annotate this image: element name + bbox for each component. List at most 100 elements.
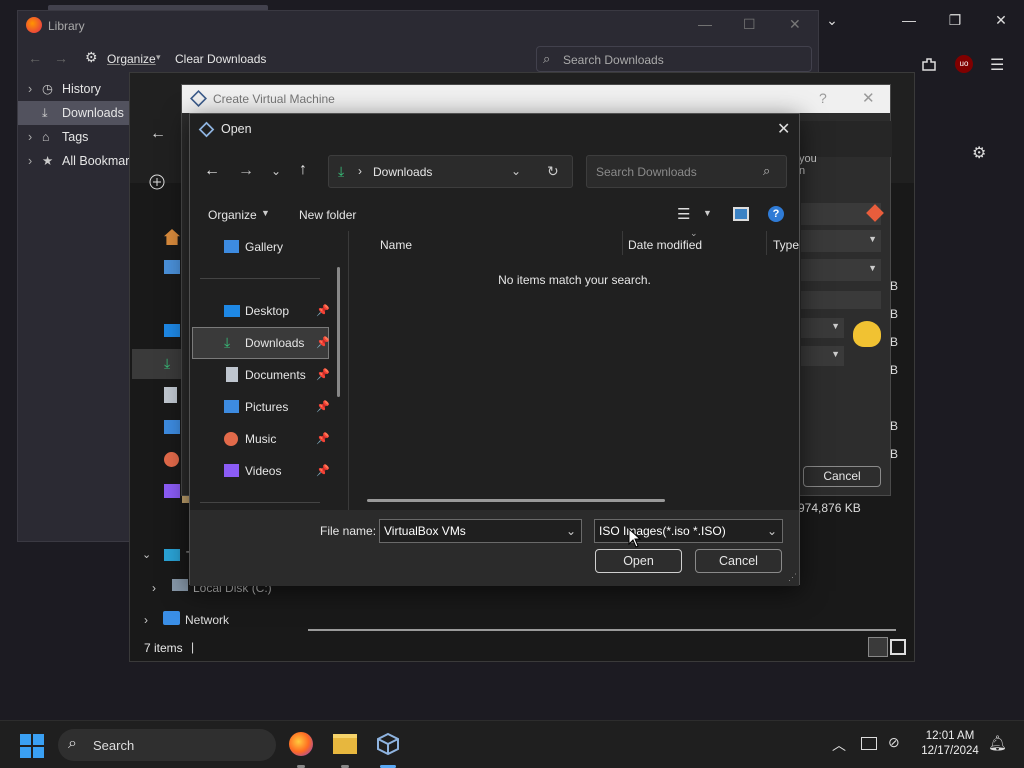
pin-icon[interactable]: 📌 xyxy=(316,432,330,445)
nav-item-desktop[interactable]: Desktop 📌 xyxy=(190,295,348,327)
tree-network[interactable]: Network xyxy=(185,613,229,627)
tree-item-downloads[interactable]: ⤓ Downloads xyxy=(18,101,130,125)
videos-icon[interactable] xyxy=(164,484,180,498)
resize-grip-icon[interactable]: ⋰ xyxy=(788,572,797,583)
pin-icon[interactable]: 📌 xyxy=(316,464,330,477)
tree-item-history[interactable]: › ◷ History xyxy=(18,77,130,101)
chevron-right-icon[interactable]: › xyxy=(144,613,148,627)
nav-item-videos[interactable]: Videos 📌 xyxy=(190,455,348,487)
minimize-icon[interactable]: — xyxy=(698,16,712,32)
up-arrow-icon[interactable]: ↑ xyxy=(299,161,307,179)
ublock-icon[interactable]: uo xyxy=(955,55,973,73)
settings-gear-icon[interactable]: ⚙ xyxy=(972,143,986,163)
network-icon[interactable] xyxy=(861,737,877,750)
iso-combo[interactable]: ▼ xyxy=(801,259,881,281)
volume-muted-icon[interactable]: ⊘ xyxy=(888,734,900,751)
column-type[interactable]: Type xyxy=(773,238,799,252)
chevron-right-icon[interactable]: › xyxy=(28,125,32,149)
organize-menu[interactable]: Organize xyxy=(107,52,156,66)
taskbar-search[interactable]: ⌕ Search xyxy=(58,729,276,761)
file-name-field[interactable]: VirtualBox VMs ⌄ xyxy=(379,519,582,543)
tree-item-all-bookmarks[interactable]: › ★ All Bookmarks xyxy=(18,149,142,173)
column-divider[interactable] xyxy=(622,231,623,255)
file-type-select[interactable]: ISO Images(*.iso *.ISO) ⌄ xyxy=(594,519,783,543)
library-search-input[interactable]: ⌕ Search Downloads xyxy=(536,46,812,72)
gallery-icon[interactable] xyxy=(164,260,180,274)
restore-icon[interactable]: ❐ xyxy=(935,12,975,32)
virtualbox-icon[interactable] xyxy=(376,732,400,756)
download-icon: ⤓ xyxy=(42,106,48,120)
nav-item-downloads[interactable]: ⤓ Downloads 📌 xyxy=(192,327,330,359)
nav-scrollbar[interactable] xyxy=(337,267,340,397)
forward-arrow-icon[interactable]: → xyxy=(54,50,68,66)
back-arrow-icon[interactable]: ← xyxy=(204,162,220,180)
chevron-down-icon[interactable]: ⌄ xyxy=(511,164,521,178)
pin-icon[interactable]: 📌 xyxy=(316,400,330,413)
file-explorer-icon[interactable] xyxy=(333,734,357,754)
nav-item-gallery[interactable]: Gallery xyxy=(190,231,348,263)
chevron-down-icon[interactable]: ⌄ xyxy=(566,520,576,542)
refresh-icon[interactable]: ↻ xyxy=(547,163,559,180)
chevron-right-icon[interactable]: › xyxy=(28,77,32,101)
pin-icon[interactable]: 📌 xyxy=(316,304,330,317)
version-combo[interactable]: ▼ xyxy=(801,346,844,366)
folder-combo[interactable]: ▼ xyxy=(801,230,881,252)
help-icon[interactable]: ? xyxy=(819,90,827,106)
maximize-icon[interactable]: ☐ xyxy=(743,16,756,33)
cancel-button[interactable]: Cancel xyxy=(695,549,782,573)
create-vm-cancel-button[interactable]: Cancel xyxy=(803,466,881,487)
horizontal-scrollbar[interactable] xyxy=(308,629,896,631)
type-combo[interactable]: ▼ xyxy=(801,318,844,338)
column-date-modified[interactable]: Date modified xyxy=(628,238,702,252)
chevron-right-icon[interactable]: › xyxy=(152,581,156,595)
music-icon[interactable] xyxy=(164,452,179,467)
open-button[interactable]: Open xyxy=(595,549,682,573)
help-icon[interactable]: ? xyxy=(768,206,784,222)
close-icon[interactable]: ✕ xyxy=(777,119,790,139)
chevron-down-icon: ▼ xyxy=(831,321,840,331)
horizontal-scrollbar[interactable] xyxy=(367,499,665,502)
nav-item-pictures[interactable]: Pictures 📌 xyxy=(190,391,348,423)
pin-icon[interactable]: 📌 xyxy=(316,368,330,381)
details-view-icon[interactable] xyxy=(868,637,888,657)
close-icon[interactable]: ✕ xyxy=(862,89,875,107)
nav-item-music[interactable]: Music 📌 xyxy=(190,423,348,455)
column-name[interactable]: Name xyxy=(380,238,412,252)
chevron-down-icon[interactable]: ⌄ xyxy=(142,548,151,561)
clear-downloads-button[interactable]: Clear Downloads xyxy=(175,52,266,66)
new-folder-button[interactable]: New folder xyxy=(299,208,356,222)
clock[interactable]: 12:01 AM 12/17/2024 xyxy=(918,729,982,759)
close-icon[interactable]: ✕ xyxy=(981,12,1021,32)
address-bar[interactable]: ⤓ › Downloads ⌄ ↻ xyxy=(328,155,573,188)
search-input[interactable]: Search Downloads ⌕ xyxy=(586,155,787,188)
organize-menu[interactable]: Organize xyxy=(208,208,257,222)
recent-locations-chevron-icon[interactable]: ⌄ xyxy=(271,164,281,178)
menu-icon[interactable]: ☰ xyxy=(990,55,1008,74)
desktop-icon[interactable] xyxy=(164,324,180,337)
view-options-icon[interactable]: ☰ xyxy=(677,205,690,223)
nav-item-documents[interactable]: Documents 📌 xyxy=(190,359,348,391)
tree-item-tags[interactable]: › ⌂ Tags xyxy=(18,125,130,149)
forward-arrow-icon[interactable]: → xyxy=(238,162,254,180)
chevron-up-icon[interactable]: ︿ xyxy=(832,735,846,755)
column-divider[interactable] xyxy=(766,231,767,255)
close-icon[interactable]: ✕ xyxy=(789,16,801,33)
new-icon[interactable] xyxy=(148,173,166,191)
preview-pane-icon[interactable] xyxy=(733,207,749,221)
back-arrow-icon[interactable]: ← xyxy=(28,50,42,66)
windows-start-icon[interactable] xyxy=(20,734,44,758)
extensions-icon[interactable] xyxy=(920,55,938,73)
chevron-right-icon[interactable]: › xyxy=(28,149,32,173)
tiles-view-icon[interactable] xyxy=(890,639,906,655)
notification-bell-icon[interactable]: 🔔︎ xyxy=(988,734,1007,752)
minimize-icon[interactable]: — xyxy=(889,12,929,32)
edition-field[interactable] xyxy=(801,291,881,309)
pictures-icon[interactable] xyxy=(164,420,180,434)
nav-downloads-selected[interactable]: ⤓ xyxy=(132,349,184,379)
back-arrow-icon[interactable]: ← xyxy=(150,125,166,143)
chevron-down-icon[interactable]: ▼ xyxy=(703,208,712,218)
home-icon[interactable] xyxy=(164,229,180,245)
documents-icon[interactable] xyxy=(164,387,177,403)
firefox-icon[interactable] xyxy=(289,732,313,756)
pin-icon[interactable]: 📌 xyxy=(316,336,330,349)
